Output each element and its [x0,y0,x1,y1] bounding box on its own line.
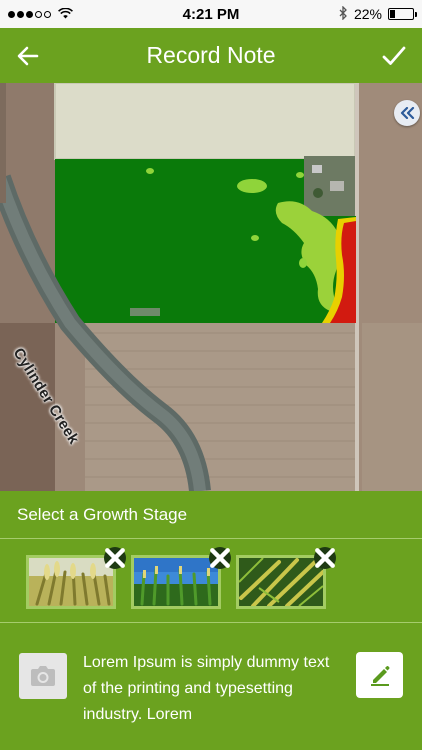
back-button[interactable] [8,36,48,76]
bluetooth-icon [339,4,348,23]
signal-dot [44,10,51,18]
camera-button[interactable] [19,653,67,699]
signal-dot [35,10,42,18]
arrow-left-icon [17,46,39,66]
edit-note-button[interactable] [356,652,403,698]
pencil-icon [370,666,389,686]
growth-stage-item-corn-field[interactable] [131,547,231,609]
growth-stage-item-wheat[interactable] [26,547,126,609]
growth-stage-list [0,539,422,623]
growth-stage-header: Select a Growth Stage [0,491,422,539]
note-text[interactable]: Lorem Ipsum is simply dummy text of the … [83,650,343,728]
status-bar: 4:21 PM 22% [0,0,422,28]
battery-icon [388,8,417,20]
map-collapse-button[interactable] [394,100,420,126]
signal-dot [17,10,24,18]
close-icon [210,548,230,568]
field-map[interactable]: Cylinder Creek [0,83,422,491]
status-right: 22% [339,4,417,23]
remove-stage-button[interactable] [209,547,231,569]
close-icon [315,548,335,568]
close-icon [105,548,125,568]
page-title: Record Note [146,42,276,68]
remove-stage-button[interactable] [104,547,126,569]
note-section: Lorem Ipsum is simply dummy text of the … [0,623,422,750]
growth-stage-title: Select a Growth Stage [17,504,188,524]
corn-field-photo [134,558,218,606]
corn-stalks-photo [239,558,323,606]
signal-indicator [8,7,73,22]
wifi-icon [58,7,73,22]
nav-bar: Record Note [0,28,422,83]
signal-dot [26,10,33,18]
remove-stage-button[interactable] [314,547,336,569]
double-chevron-left-icon [400,107,415,119]
signal-dot [8,10,15,18]
done-button[interactable] [374,36,414,76]
checkmark-icon [382,46,406,65]
camera-icon [31,666,55,686]
signal-dots [8,10,51,18]
growth-stage-item-corn-stalks[interactable] [236,547,336,609]
battery-level [390,10,395,18]
wheat-heads-photo [29,558,113,606]
battery-percent: 22% [353,6,382,22]
